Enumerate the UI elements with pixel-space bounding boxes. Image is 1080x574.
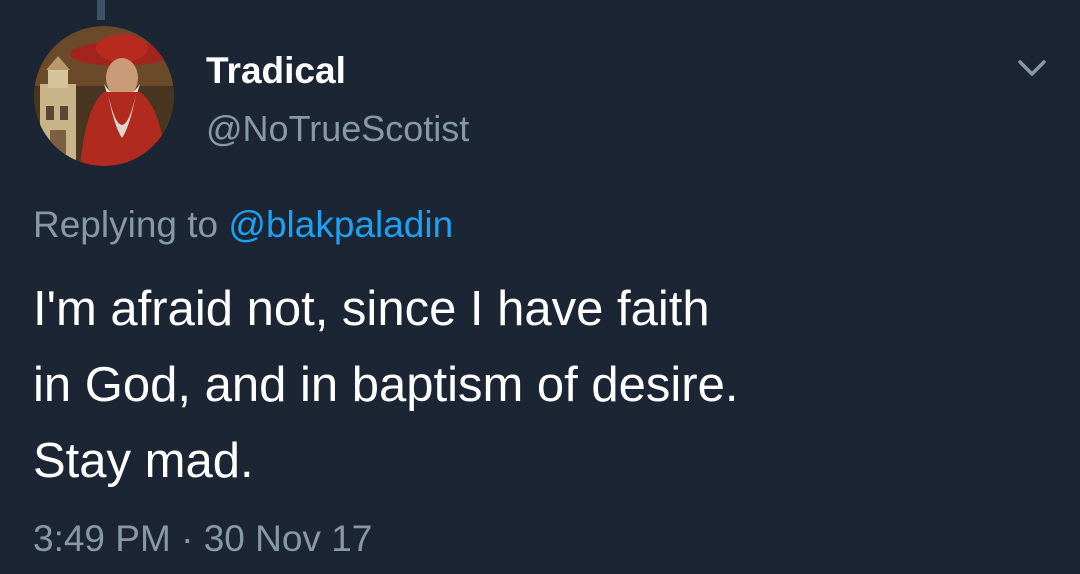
tweet-text-line: in God, and in baptism of desire. — [33, 358, 739, 412]
avatar-portrait-icon — [34, 26, 174, 166]
thread-connector-line — [97, 0, 105, 20]
author-display-name[interactable]: Tradical — [206, 50, 346, 92]
author-handle[interactable]: @NoTrueScotist — [206, 108, 469, 150]
tweet-timestamp[interactable]: 3:49 PM · 30 Nov 17 — [33, 518, 372, 560]
tweet-date: 30 Nov 17 — [203, 518, 373, 559]
reply-mention-link[interactable]: @blakpaladin — [228, 204, 453, 245]
avatar[interactable] — [34, 26, 174, 166]
tweet-text-line: Stay mad. — [33, 434, 254, 488]
tweet-text: I'm afraid not, since I have faith in Go… — [33, 271, 1033, 499]
tweet-time: 3:49 PM — [33, 518, 171, 559]
tweet-text-line: I'm afraid not, since I have faith — [33, 282, 710, 336]
timestamp-separator: · — [170, 518, 204, 559]
replying-to-line: Replying to @blakpaladin — [33, 204, 453, 246]
tweet-menu-button[interactable] — [1012, 52, 1052, 84]
chevron-down-icon — [1018, 60, 1046, 76]
replying-to-label: Replying to — [33, 204, 229, 245]
